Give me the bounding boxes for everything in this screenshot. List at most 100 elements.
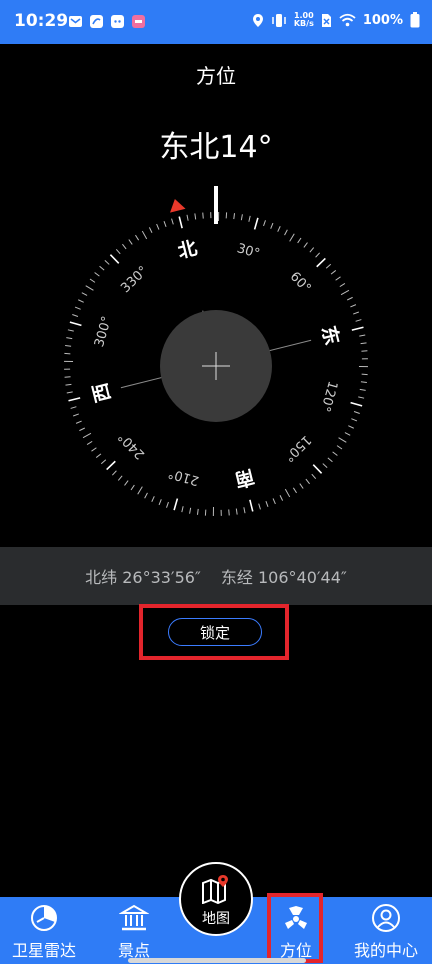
latitude-text: 北纬 26°33′56″ <box>85 568 201 587</box>
nav-item-profile[interactable]: 我的中心 <box>340 897 432 964</box>
compass-tick <box>272 498 276 505</box>
status-bar: 10:29 1.00 KB/s 100% <box>0 0 432 44</box>
compass-tick <box>115 248 121 255</box>
app-icon <box>90 15 103 28</box>
compass-tick <box>148 227 153 233</box>
compass-tick <box>70 406 77 409</box>
degree-label-120: 120° <box>317 379 340 413</box>
compass-tick <box>111 470 117 476</box>
compass-tick <box>69 321 82 327</box>
degree-label-30: 30° <box>235 241 261 262</box>
degree-label-300: 300° <box>92 315 115 349</box>
compass-tick <box>135 234 140 241</box>
compass-tick <box>86 440 93 445</box>
compass-tick <box>351 326 364 331</box>
compass-tick <box>130 484 135 491</box>
compass-tick <box>355 319 362 322</box>
compass-tick <box>75 420 82 424</box>
degree-label-240: 240° <box>116 429 149 462</box>
compass-tick <box>117 475 123 481</box>
nav-label-map: 地图 <box>202 911 230 927</box>
compass-tick <box>106 460 116 471</box>
compass-tick <box>89 278 96 283</box>
sim-off-icon <box>321 13 331 27</box>
compass-tick <box>263 220 266 227</box>
compass-tick <box>100 459 107 465</box>
compass-tick <box>196 508 199 515</box>
compass-tick <box>351 418 358 422</box>
location-icon <box>252 13 263 27</box>
user-icon <box>372 904 400 932</box>
compass-tick <box>104 259 110 265</box>
compass-tick <box>316 257 326 268</box>
nav-label-profile: 我的中心 <box>353 941 418 960</box>
compass-tick <box>72 314 79 317</box>
compass-tick <box>305 478 310 485</box>
cardinal-north: 北 <box>176 237 200 263</box>
compass-tick <box>171 218 174 225</box>
compass-tick <box>181 506 184 513</box>
compass-tick <box>144 492 148 499</box>
degree-label-60: 60° <box>287 269 314 296</box>
landmark-icon <box>119 904 149 931</box>
battery-text: 100% <box>362 12 403 28</box>
compass-tick <box>249 499 254 512</box>
compass-tick <box>78 299 84 303</box>
compass-tick <box>330 270 337 275</box>
heading-readout: 东北14° <box>159 130 273 165</box>
compass-tick <box>312 464 323 474</box>
compass-tick <box>65 344 72 347</box>
degree-label-210: 210° <box>167 465 201 488</box>
compass-tick <box>82 432 92 439</box>
compass-tick <box>350 401 363 407</box>
wifi-icon <box>339 13 356 27</box>
lock-button[interactable]: 锁定 <box>168 618 262 646</box>
north-marker-icon <box>170 199 186 213</box>
compass-tick <box>124 480 129 486</box>
compass-tick <box>79 427 85 432</box>
compass-tick <box>311 473 317 480</box>
map-fab-button[interactable]: 地图 <box>179 862 253 936</box>
speed-unit: KB/s <box>293 19 314 28</box>
compass-tick <box>265 501 269 508</box>
cat-icon <box>111 15 124 28</box>
compass-tick <box>338 437 347 443</box>
compass-tick <box>66 391 73 394</box>
compass-tick <box>163 220 167 227</box>
compass-tick <box>85 285 94 291</box>
compass-tick <box>166 501 169 508</box>
compass-tick <box>235 508 238 515</box>
compass-tick <box>332 451 338 456</box>
radar-icon <box>31 905 57 931</box>
compass-tick <box>137 486 143 495</box>
compass-tick <box>109 254 120 264</box>
compass-tick <box>335 276 341 281</box>
compass-tick <box>186 214 189 221</box>
compass-tick <box>141 230 148 240</box>
compass-tick <box>128 239 133 245</box>
compass-tick <box>233 213 236 220</box>
compass-tick <box>289 233 295 242</box>
heading-indicator <box>214 186 218 224</box>
compass-tick <box>350 304 357 308</box>
compass-tick <box>277 226 281 232</box>
compass-tick <box>315 252 321 258</box>
compass-tick <box>361 350 368 352</box>
battery-icon <box>410 12 420 28</box>
compass-tick <box>99 265 105 271</box>
nav-item-landmarks[interactable]: 景点 <box>88 897 180 964</box>
longitude-text: 东经 106°40′44″ <box>220 568 347 587</box>
degree-label-150: 150° <box>281 432 314 465</box>
nav-item-radar[interactable]: 卫星雷达 <box>0 897 88 964</box>
cardinal-south: 南 <box>233 465 257 491</box>
compass-tick <box>359 334 366 337</box>
compass-tick <box>95 453 102 458</box>
compass-tick <box>158 499 162 506</box>
compass-tick <box>202 212 204 219</box>
compass-tick <box>284 488 291 498</box>
mail-icon <box>69 16 82 27</box>
compass-tick <box>340 289 350 296</box>
compass-tick <box>243 507 246 514</box>
coordinates-band: 北纬 26°33′56″ 东经 106°40′44″ <box>0 547 432 605</box>
home-indicator[interactable] <box>128 958 306 963</box>
